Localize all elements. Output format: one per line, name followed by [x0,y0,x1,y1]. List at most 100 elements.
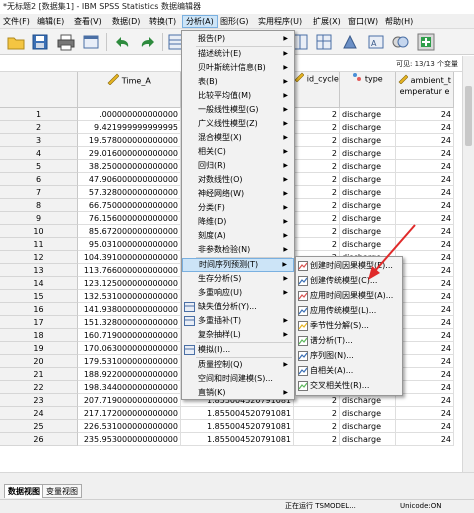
analyze-menu-item[interactable]: 相关(C) ▶ [182,145,294,159]
cell-time-a[interactable]: 38.250000000000000 [78,160,181,173]
row-number[interactable]: 22 [0,381,78,394]
row-number[interactable]: 13 [0,264,78,277]
analyze-menu-item[interactable]: 直销(K) ▶ [182,386,294,400]
analyze-menu-item[interactable]: 对数线性(O) ▶ [182,173,294,187]
cell-time-a[interactable]: 207.719000000000000 [78,394,181,407]
row-number[interactable]: 21 [0,368,78,381]
cell-ambient-temperature[interactable]: 24 [396,433,454,446]
column-header-ambient-temperature[interactable]: ambient_t emperatur e [396,72,454,108]
cell-ambient-temperature[interactable]: 24 [396,199,454,212]
cell-ambient-temperature[interactable]: 24 [396,134,454,147]
cell-time-a[interactable]: 9.421999999999995 [78,121,181,134]
row-number[interactable]: 5 [0,160,78,173]
row-number[interactable]: 1 [0,108,78,121]
analyze-menu-item[interactable]: 分类(F) ▶ [182,201,294,215]
cell-id-cycle[interactable]: 2 [294,420,340,433]
analyze-menu-item[interactable]: 刻度(A) ▶ [182,229,294,243]
menu-analyze[interactable]: 分析(A) [182,15,218,28]
tab-variable-view[interactable]: 变量视图 [42,484,82,498]
analyze-menu-item[interactable]: 比较平均值(M) ▶ [182,89,294,103]
time-series-menu-item[interactable]: 交叉相关性(R)... [296,379,402,393]
analyze-menu-item[interactable]: 多重响应(U) ▶ [182,286,294,300]
cell-time-a[interactable]: 217.172000000000000 [78,407,181,420]
time-series-menu-item[interactable]: 序列图(N)... [296,349,402,363]
cell-ambient-temperature[interactable]: 24 [396,290,454,303]
cell-id-cycle[interactable]: 2 [294,433,340,446]
cell-time-a[interactable]: 66.750000000000000 [78,199,181,212]
cell-type[interactable]: discharge [340,420,396,433]
cell-time-a[interactable]: 151.328000000000000 [78,316,181,329]
menu-view[interactable]: 查看(V) [71,15,105,28]
cell-time-a[interactable]: 160.719000000000000 [78,329,181,342]
time-series-menu-item[interactable]: 应用时间因果模型(A)... [296,289,402,303]
cell-time-a[interactable]: 235.953000000000000 [78,433,181,446]
cell-time-a[interactable]: 29.016000000000000 [78,147,181,160]
analyze-menu-item[interactable]: 时间序列预测(T) ▶ [182,258,294,272]
analyze-menu-item[interactable]: 多重插补(T) ▶ [182,314,294,328]
analyze-menu-item[interactable]: 缺失值分析(Y)... [182,300,294,314]
cell-id-cycle[interactable]: 2 [294,160,340,173]
analyze-menu-item[interactable]: 神经网络(W) ▶ [182,187,294,201]
cell-id-cycle[interactable]: 2 [294,407,340,420]
analyze-menu-item[interactable]: 非参数检验(N) ▶ [182,243,294,257]
row-number[interactable]: 6 [0,173,78,186]
select-cases-icon[interactable] [314,32,334,52]
menu-window[interactable]: 窗口(W) [345,15,381,28]
row-number[interactable]: 9 [0,212,78,225]
cell-time-a[interactable]: 132.531000000000000 [78,290,181,303]
row-number[interactable]: 23 [0,394,78,407]
save-icon[interactable] [30,32,50,52]
cell-type[interactable]: discharge [340,108,396,121]
cell-id-cycle[interactable]: 2 [294,186,340,199]
analyze-menu-item[interactable]: 混合模型(X) ▶ [182,131,294,145]
row-number[interactable]: 18 [0,329,78,342]
time-series-menu-item[interactable]: 季节性分解(S)... [296,319,402,333]
cell-ambient-temperature[interactable]: 24 [396,368,454,381]
cell-type[interactable]: discharge [340,433,396,446]
row-number[interactable]: 11 [0,238,78,251]
row-number[interactable]: 20 [0,355,78,368]
cell-ambient-temperature[interactable]: 24 [396,355,454,368]
menu-edit[interactable]: 编辑(E) [34,15,67,28]
column-header-time-a[interactable]: Time_A [78,72,181,108]
analyze-menu-item[interactable]: 降维(D) ▶ [182,215,294,229]
cell-time-a[interactable]: .000000000000000 [78,108,181,121]
menu-graphs[interactable]: 图形(G) [217,15,251,28]
cell-type[interactable]: discharge [340,160,396,173]
cell-type[interactable]: discharge [340,199,396,212]
row-number[interactable]: 7 [0,186,78,199]
cell-ambient-temperature[interactable]: 24 [396,420,454,433]
time-series-menu-item[interactable]: 应用传统模型(L)... [296,304,402,318]
cell-ambient-temperature[interactable]: 24 [396,186,454,199]
cell-ambient-temperature[interactable]: 24 [396,316,454,329]
cell-id-cycle[interactable]: 2 [294,134,340,147]
analyze-menu-item[interactable]: 贝叶斯统计信息(B) ▶ [182,61,294,75]
analyze-menu-item[interactable]: 表(B) ▶ [182,75,294,89]
cell-ambient-temperature[interactable]: 24 [396,381,454,394]
cell-type[interactable]: discharge [340,186,396,199]
row-number[interactable]: 3 [0,134,78,147]
dialog-recall-icon[interactable] [82,32,102,52]
cell-time-a[interactable]: 19.578000000000000 [78,134,181,147]
row-number[interactable]: 26 [0,433,78,446]
row-number[interactable]: 10 [0,225,78,238]
cell-time-a[interactable]: 188.922000000000000 [78,368,181,381]
row-number[interactable]: 15 [0,290,78,303]
analyze-menu-item[interactable]: 一般线性模型(G) ▶ [182,103,294,117]
row-number[interactable]: 24 [0,407,78,420]
analyze-menu-item[interactable]: 报告(P) ▶ [182,32,294,46]
row-number[interactable]: 19 [0,342,78,355]
value-labels-icon[interactable]: A [366,32,386,52]
weight-cases-icon[interactable] [340,32,360,52]
cell-time-a[interactable]: 113.766000000000000 [78,264,181,277]
cell-time-a[interactable]: 123.125000000000000 [78,277,181,290]
cell-type[interactable]: discharge [340,173,396,186]
cell-value[interactable]: 1.855004520791081 [181,433,294,446]
row-number[interactable]: 25 [0,420,78,433]
row-number[interactable]: 12 [0,251,78,264]
menu-data[interactable]: 数据(D) [109,15,143,28]
column-header-id-cycle[interactable]: id_cycle [294,72,340,108]
menu-extensions[interactable]: 扩展(X) [310,15,344,28]
cell-ambient-temperature[interactable]: 24 [396,147,454,160]
cell-value[interactable]: 1.855004520791081 [181,407,294,420]
